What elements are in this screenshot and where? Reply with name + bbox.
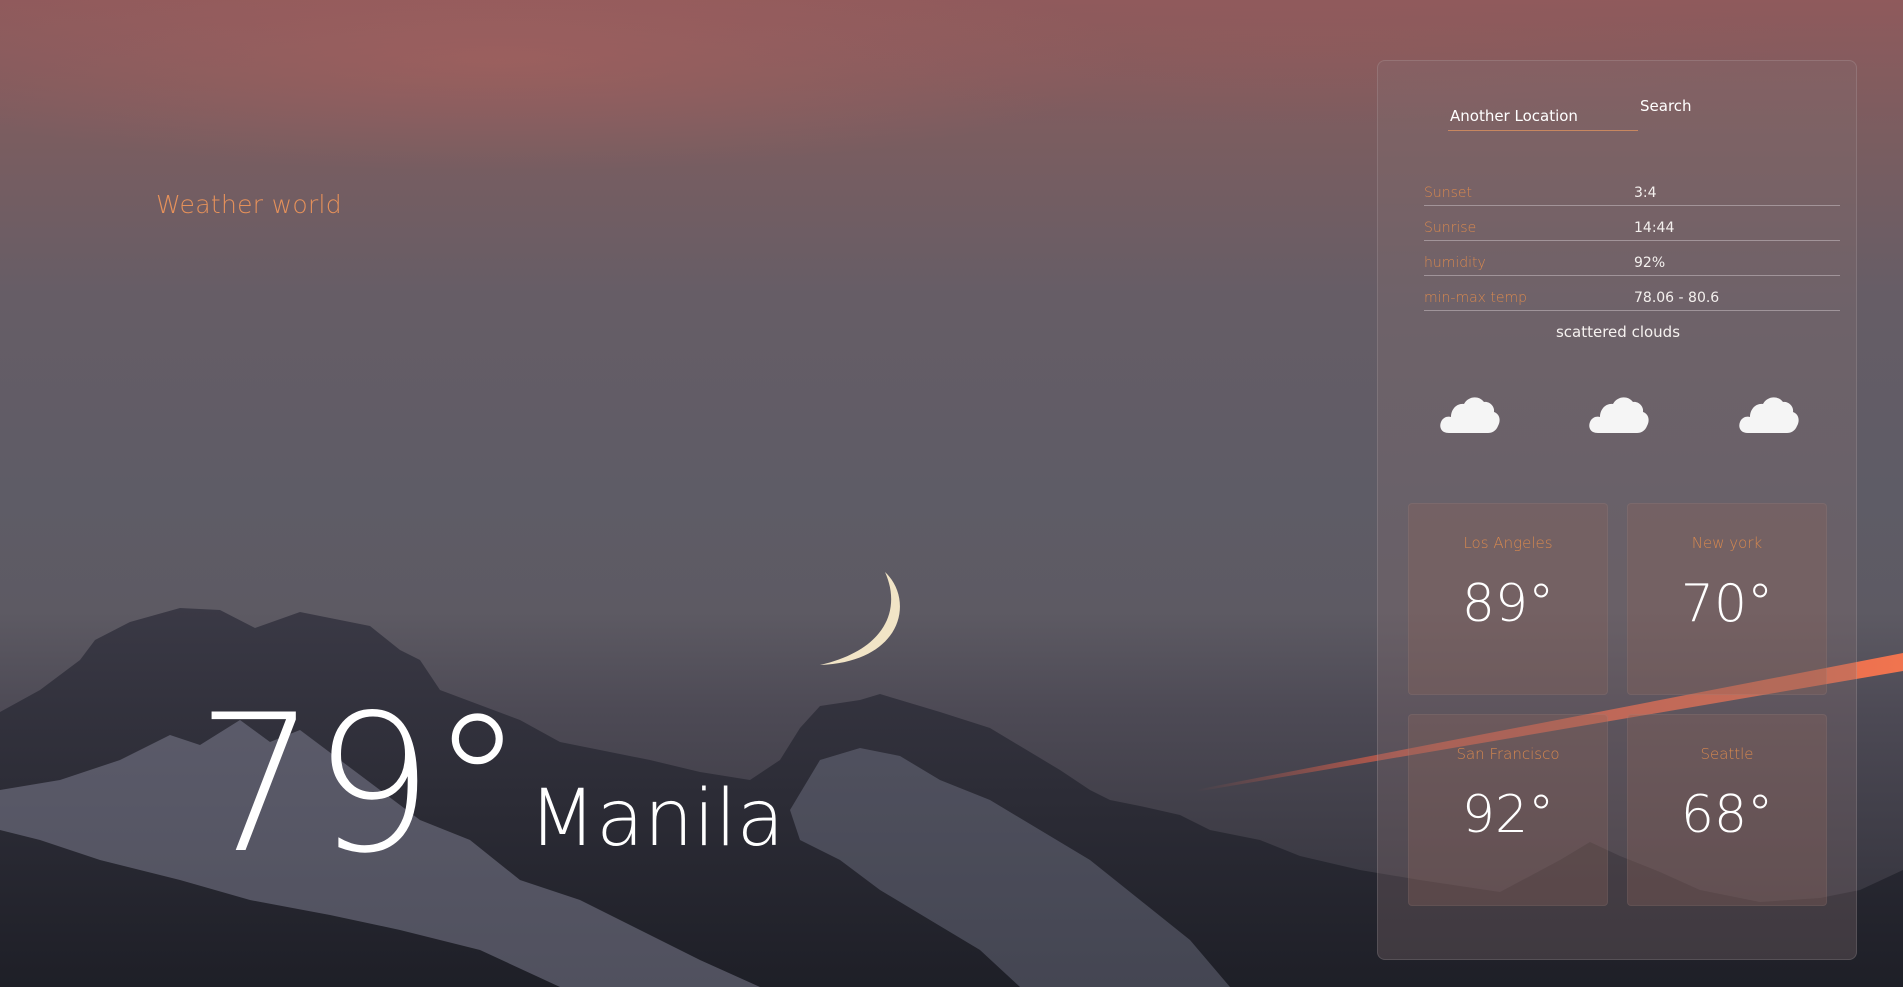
current-weather: 79° Manila: [196, 690, 784, 880]
weather-panel: Search Sunset 3:4 Sunrise 14:44 humidity…: [1377, 60, 1857, 960]
cloud-icon: [1739, 397, 1799, 433]
city-name: San Francisco: [1456, 745, 1560, 763]
location-search-input[interactable]: [1448, 101, 1638, 131]
forecast-icons: [1378, 391, 1858, 461]
detail-label: humidity: [1424, 255, 1486, 271]
detail-value: 3:4: [1634, 185, 1657, 201]
cloud-icon: [1589, 397, 1649, 433]
city-temperature: 68°: [1680, 785, 1774, 845]
city-card-san-francisco[interactable]: San Francisco 92°: [1408, 714, 1608, 906]
detail-row-humidity: humidity 92%: [1424, 241, 1840, 276]
detail-label: min-max temp: [1424, 290, 1528, 306]
city-card-new-york[interactable]: New york 70°: [1627, 503, 1827, 695]
cloud-icon: [1440, 397, 1500, 433]
weather-details: Sunset 3:4 Sunrise 14:44 humidity 92% mi…: [1424, 171, 1840, 311]
city-name: Seattle: [1700, 745, 1754, 763]
detail-value: 14:44: [1634, 220, 1675, 236]
city-temperature: 70°: [1680, 574, 1774, 634]
current-city: Manila: [528, 774, 785, 864]
brand-title: Weather world: [156, 190, 342, 219]
detail-label: Sunrise: [1424, 220, 1477, 236]
search-bar: Search: [1448, 97, 1692, 131]
search-button[interactable]: Search: [1640, 97, 1692, 131]
city-grid: Los Angeles 89° New york 70° San Francis…: [1408, 503, 1828, 906]
detail-row-sunrise: Sunrise 14:44: [1424, 206, 1840, 241]
city-name: New york: [1691, 534, 1763, 552]
city-card-seattle[interactable]: Seattle 68°: [1627, 714, 1827, 906]
city-name: Los Angeles: [1463, 534, 1553, 552]
detail-value: 92%: [1634, 255, 1666, 271]
current-temperature: 79°: [196, 674, 525, 895]
detail-row-min-max-temp: min-max temp 78.06 - 80.6: [1424, 276, 1840, 311]
city-card-los-angeles[interactable]: Los Angeles 89°: [1408, 503, 1608, 695]
detail-value: 78.06 - 80.6: [1634, 290, 1720, 306]
moon-crescent: [820, 572, 900, 665]
city-temperature: 89°: [1461, 574, 1555, 634]
detail-label: Sunset: [1424, 185, 1473, 201]
detail-row-sunset: Sunset 3:4: [1424, 171, 1840, 206]
city-temperature: 92°: [1461, 785, 1555, 845]
weather-condition: scattered clouds: [1555, 323, 1681, 341]
